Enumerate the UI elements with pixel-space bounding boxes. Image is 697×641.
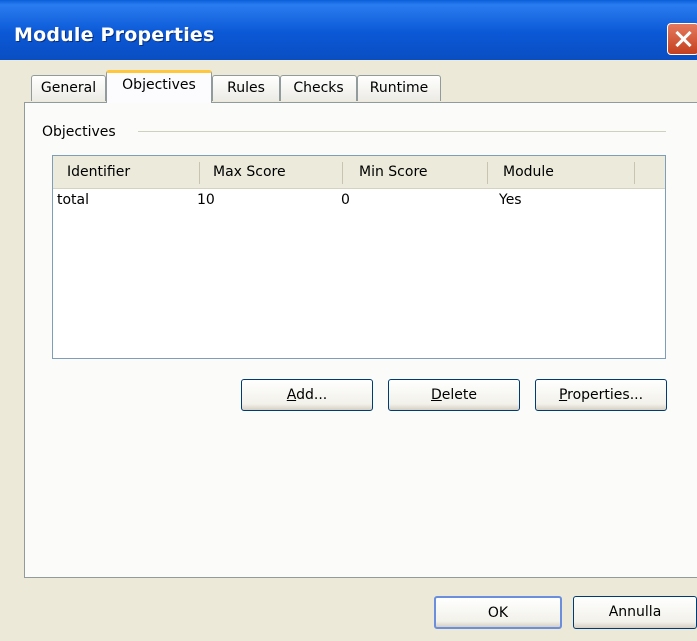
group-divider: [138, 131, 666, 132]
column-identifier[interactable]: Identifier: [67, 156, 130, 188]
row-identifier: total: [57, 192, 90, 208]
window-title: Module Properties: [14, 24, 215, 46]
column-module[interactable]: Module: [503, 156, 554, 188]
title-bar[interactable]: Module Properties: [0, 0, 697, 60]
row-module: Yes: [499, 192, 522, 208]
column-separator[interactable]: [199, 162, 200, 184]
properties-button[interactable]: Properties...: [535, 379, 667, 411]
cancel-button[interactable]: Annulla: [573, 596, 697, 629]
column-separator[interactable]: [634, 162, 635, 184]
delete-button[interactable]: Delete: [388, 379, 520, 411]
tab-objectives[interactable]: Objectives: [106, 70, 212, 103]
list-header: Identifier Max Score Min Score Module: [53, 156, 665, 189]
objectives-list[interactable]: Identifier Max Score Min Score Module to…: [52, 155, 666, 359]
objectives-group-label: Objectives: [38, 124, 120, 140]
ok-button[interactable]: OK: [434, 596, 562, 629]
tab-rules[interactable]: Rules: [212, 75, 280, 101]
column-min-score[interactable]: Min Score: [359, 156, 428, 188]
tab-checks[interactable]: Checks: [280, 75, 357, 101]
tab-general[interactable]: General: [31, 75, 106, 101]
column-separator[interactable]: [487, 162, 488, 184]
column-max-score[interactable]: Max Score: [213, 156, 286, 188]
row-max-score: 10: [197, 192, 215, 208]
add-button[interactable]: Add...: [241, 379, 373, 411]
column-separator[interactable]: [342, 162, 343, 184]
row-min-score: 0: [341, 192, 350, 208]
tab-runtime[interactable]: Runtime: [357, 75, 441, 101]
close-icon[interactable]: [667, 23, 697, 55]
